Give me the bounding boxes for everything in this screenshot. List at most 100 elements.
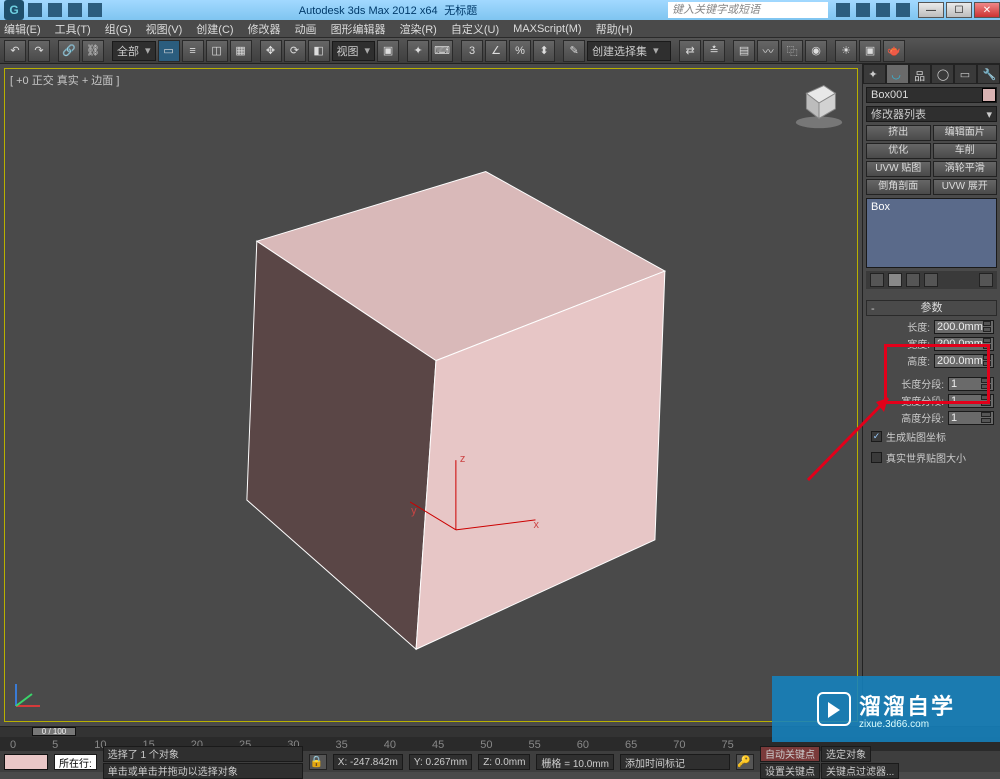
qat-icon[interactable] <box>68 3 82 17</box>
modifier-stack[interactable]: Box <box>866 198 997 268</box>
motion-tab[interactable]: ◯ <box>931 64 954 84</box>
mod-btn[interactable]: UVW 展开 <box>933 179 998 195</box>
keyfilter-sel[interactable]: 选定对象 <box>821 746 871 762</box>
menu-customize[interactable]: 自定义(U) <box>451 21 499 37</box>
qat-icon[interactable] <box>88 3 102 17</box>
length-spinner[interactable]: 200.0mm <box>934 320 994 334</box>
hierarchy-tab[interactable]: 品 <box>909 64 932 84</box>
menu-create[interactable]: 创建(C) <box>196 21 233 37</box>
time-tag[interactable]: 添加时间标记 <box>620 754 730 770</box>
curve-editor-button[interactable]: 〰 <box>757 40 779 62</box>
autokey-button[interactable]: 自动关键点 <box>760 746 820 762</box>
render-button[interactable]: 🫖 <box>883 40 905 62</box>
script-row[interactable]: 所在行: <box>54 754 97 770</box>
display-tab[interactable]: ▭ <box>954 64 977 84</box>
setkey-button[interactable]: 设置关键点 <box>760 763 820 779</box>
menu-modifiers[interactable]: 修改器 <box>248 21 281 37</box>
viewcube[interactable] <box>790 74 848 132</box>
key-mode-button[interactable]: 🔑 <box>736 754 754 770</box>
keyfilters-button[interactable]: 关键点过滤器... <box>821 763 899 779</box>
menu-view[interactable]: 视图(V) <box>146 21 183 37</box>
object-color-swatch[interactable] <box>982 88 996 102</box>
menu-grapheditors[interactable]: 图形编辑器 <box>331 21 386 37</box>
select-object-button[interactable]: ▭ <box>158 40 180 62</box>
viewport[interactable]: [ +0 正交 真实 + 边面 ] z x y <box>0 64 862 726</box>
gen-mapping-coords[interactable]: ✓生成贴图坐标 <box>871 429 992 444</box>
material-swatch[interactable] <box>4 754 48 770</box>
window-crossing-button[interactable]: ▦ <box>230 40 252 62</box>
link-button[interactable]: 🔗 <box>58 40 80 62</box>
menu-edit[interactable]: 编辑(E) <box>4 21 41 37</box>
edit-named-sel-button[interactable]: ✎ <box>563 40 585 62</box>
render-setup-button[interactable]: ☀ <box>835 40 857 62</box>
select-by-name-button[interactable]: ≡ <box>182 40 204 62</box>
mirror-button[interactable]: ⇄ <box>679 40 701 62</box>
object-name-field[interactable]: Box001 <box>866 87 997 103</box>
selection-filter[interactable]: 全部▾ <box>112 41 156 61</box>
infocenter-icon[interactable] <box>856 3 870 17</box>
angle-snap-button[interactable]: ∠ <box>485 40 507 62</box>
lock-selection-button[interactable]: 🔒 <box>309 754 327 770</box>
keyboard-shortcut-button[interactable]: ⌨ <box>431 40 453 62</box>
rollout-parameters[interactable]: -参数 <box>866 300 997 316</box>
lseg-spinner[interactable]: 1 <box>948 377 994 391</box>
mod-btn[interactable]: 优化 <box>866 143 931 159</box>
mod-btn[interactable]: 挤出 <box>866 125 931 141</box>
menu-animation[interactable]: 动画 <box>295 21 317 37</box>
height-spinner[interactable]: 200.0mm <box>934 354 994 368</box>
configure-sets-button[interactable] <box>979 273 993 287</box>
rendered-frame-button[interactable]: ▣ <box>859 40 881 62</box>
schematic-view-button[interactable]: ⿻ <box>781 40 803 62</box>
close-button[interactable]: ✕ <box>974 2 1000 18</box>
named-selection-sets[interactable]: 创建选择集▾ <box>587 41 671 61</box>
mod-btn[interactable]: 涡轮平滑 <box>933 161 998 177</box>
scale-button[interactable]: ◧ <box>308 40 330 62</box>
coord-z[interactable]: Z: 0.0mm <box>478 754 530 770</box>
mod-btn[interactable]: UVW 贴图 <box>866 161 931 177</box>
minimize-button[interactable]: — <box>918 2 944 18</box>
unlink-button[interactable]: ⛓ <box>82 40 104 62</box>
menu-group[interactable]: 组(G) <box>105 21 132 37</box>
pin-stack-button[interactable] <box>870 273 884 287</box>
width-spinner[interactable]: 200.0mm <box>934 337 994 351</box>
qat-icon[interactable] <box>28 3 42 17</box>
select-manipulate-button[interactable]: ✦ <box>407 40 429 62</box>
menu-help[interactable]: 帮助(H) <box>596 21 633 37</box>
show-end-result-button[interactable] <box>888 273 902 287</box>
align-button[interactable]: ≛ <box>703 40 725 62</box>
remove-mod-button[interactable] <box>924 273 938 287</box>
percent-snap-button[interactable]: % <box>509 40 531 62</box>
redo-button[interactable]: ↷ <box>28 40 50 62</box>
layers-button[interactable]: ▤ <box>733 40 755 62</box>
pivot-center-button[interactable]: ▣ <box>377 40 399 62</box>
material-editor-button[interactable]: ◉ <box>805 40 827 62</box>
infocenter-icon[interactable] <box>836 3 850 17</box>
modifier-list[interactable]: 修改器列表▾ <box>866 106 997 122</box>
infocenter-icon[interactable] <box>876 3 890 17</box>
mod-btn[interactable]: 编辑面片 <box>933 125 998 141</box>
mod-btn[interactable]: 车削 <box>933 143 998 159</box>
menu-tools[interactable]: 工具(T) <box>55 21 91 37</box>
undo-button[interactable]: ↶ <box>4 40 26 62</box>
move-button[interactable]: ✥ <box>260 40 282 62</box>
help-search[interactable]: 键入关键字或短语 <box>668 2 828 18</box>
wseg-spinner[interactable]: 1 <box>948 394 994 408</box>
select-region-button[interactable]: ◫ <box>206 40 228 62</box>
maximize-button[interactable]: ☐ <box>946 2 972 18</box>
modify-tab[interactable]: ◡ <box>886 64 909 84</box>
rotate-button[interactable]: ⟳ <box>284 40 306 62</box>
utilities-tab[interactable]: 🔧 <box>977 64 1000 84</box>
menu-rendering[interactable]: 渲染(R) <box>400 21 437 37</box>
hseg-spinner[interactable]: 1 <box>948 411 994 425</box>
make-unique-button[interactable] <box>906 273 920 287</box>
qat-icon[interactable] <box>48 3 62 17</box>
create-tab[interactable]: ✦ <box>863 64 886 84</box>
ref-coord-system[interactable]: 视图▾ <box>332 41 376 61</box>
coord-x[interactable]: X: -247.842m <box>333 754 403 770</box>
real-world-map-size[interactable]: 真实世界贴图大小 <box>871 450 992 465</box>
spinner-snap-button[interactable]: ⬍ <box>533 40 555 62</box>
infocenter-icon[interactable] <box>896 3 910 17</box>
menu-maxscript[interactable]: MAXScript(M) <box>513 23 581 35</box>
coord-y[interactable]: Y: 0.267mm <box>409 754 472 770</box>
mod-btn[interactable]: 倒角剖面 <box>866 179 931 195</box>
